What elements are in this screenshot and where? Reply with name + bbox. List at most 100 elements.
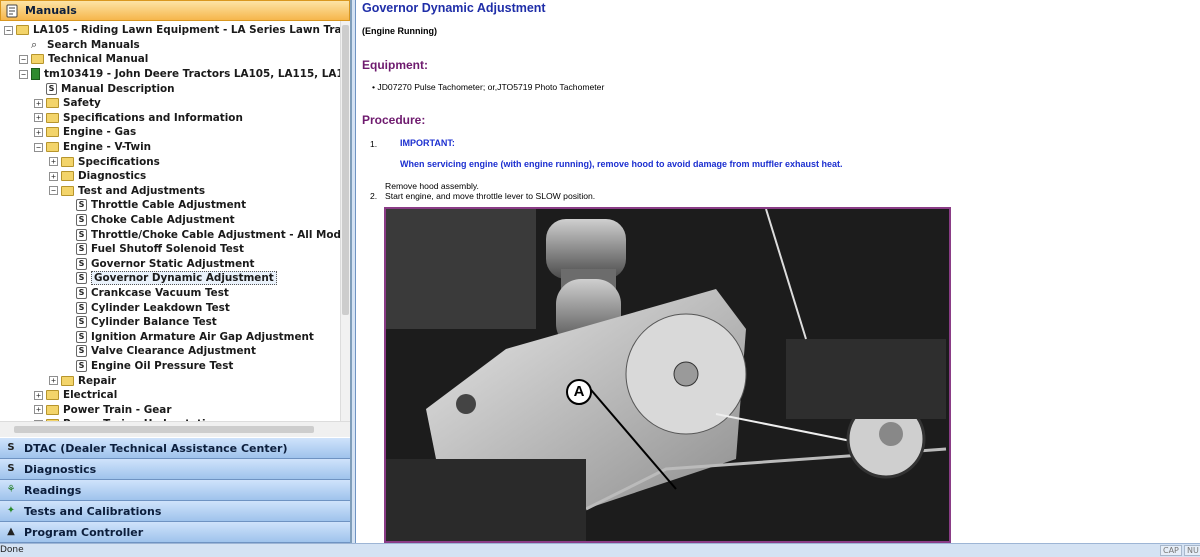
expand-icon[interactable]: +: [49, 171, 58, 181]
nav-button-tests[interactable]: ✦ Tests and Calibrations: [0, 501, 350, 522]
step-1-text: Remove hood assembly.: [385, 181, 479, 191]
tree-node[interactable]: ⌕ Search Manuals: [19, 38, 140, 53]
document-icon: S: [76, 360, 87, 373]
expand-icon[interactable]: +: [34, 390, 43, 400]
document-icon: S: [76, 272, 87, 285]
caps-lock-indicator: CAP: [1160, 545, 1182, 556]
nav-button-label: Tests and Calibrations: [24, 504, 162, 518]
tree-horizontal-scroll-thumb[interactable]: [14, 426, 314, 433]
tree-node[interactable]: S Choke Cable Adjustment: [64, 213, 235, 228]
step-1-number: 1.: [370, 139, 378, 149]
nav-button-program-controller[interactable]: ▲ Program Controller: [0, 522, 350, 543]
folder-icon: [16, 25, 29, 36]
tree-node-label: Test and Adjustments: [78, 184, 205, 197]
collapse-icon[interactable]: −: [19, 69, 28, 79]
tree-node[interactable]: − Technical Manual: [19, 52, 148, 67]
equipment-heading: Equipment:: [362, 58, 428, 72]
tree-horizontal-scrollbar[interactable]: [0, 421, 350, 437]
tree-node[interactable]: + Safety: [34, 96, 101, 111]
nav-button-readings[interactable]: ⚘ Readings: [0, 480, 350, 501]
document-icon: S: [76, 316, 87, 329]
tree-node-label: Throttle Cable Adjustment: [91, 199, 247, 212]
nav-button-label: Diagnostics: [24, 462, 97, 476]
manual-tree[interactable]: − LA105 - Riding Lawn Equipment - LA Seri…: [0, 21, 340, 421]
nav-button-dtac[interactable]: S DTAC (Dealer Technical Assistance Cente…: [0, 438, 350, 459]
tree-node[interactable]: + Engine - Gas: [34, 125, 136, 140]
page-title: Governor Dynamic Adjustment: [362, 1, 546, 15]
nav-button-label: Readings: [24, 483, 82, 497]
tree-node[interactable]: S Valve Clearance Adjustment: [64, 344, 256, 359]
folder-icon: [46, 404, 59, 415]
collapse-icon[interactable]: −: [34, 142, 43, 152]
governor-adjustment-photo: A: [384, 207, 951, 543]
document-icon: S: [76, 228, 87, 241]
document-icon: S: [76, 301, 87, 314]
tree-node[interactable]: S Throttle Cable Adjustment: [64, 198, 246, 213]
book-icon: [31, 68, 40, 81]
tree-node[interactable]: S Cylinder Balance Test: [64, 315, 217, 330]
tree-node-label: Crankcase Vacuum Test: [91, 287, 229, 300]
document-icon: S: [76, 243, 87, 256]
important-text: When servicing engine (with engine runni…: [400, 159, 843, 169]
manuals-header-label: Manuals: [25, 4, 77, 17]
tree-node-label: Governor Static Adjustment: [91, 257, 255, 270]
tree-vertical-scroll-thumb[interactable]: [342, 25, 349, 315]
expand-icon[interactable]: +: [34, 127, 43, 137]
tree-node[interactable]: S Cylinder Leakdown Test: [64, 300, 230, 315]
tree-node-label: Throttle/Choke Cable Adjustment - All Mo…: [91, 228, 340, 241]
tree-node[interactable]: S Engine Oil Pressure Test: [64, 359, 233, 374]
tree-node[interactable]: S Manual Description: [34, 81, 175, 96]
tree-vertical-scrollbar[interactable]: [340, 21, 350, 421]
tree-node-label: Valve Clearance Adjustment: [91, 345, 256, 358]
tests-icon: ✦: [6, 505, 16, 516]
tree-node[interactable]: + Specifications and Information: [34, 111, 243, 126]
tree-node-label: Choke Cable Adjustment: [91, 214, 235, 227]
tree-node[interactable]: S Throttle/Choke Cable Adjustment - All M…: [64, 227, 340, 242]
collapse-icon[interactable]: −: [19, 54, 28, 64]
tree-node[interactable]: + Specifications: [49, 154, 160, 169]
folder-icon: [61, 156, 74, 167]
num-lock-indicator: NU: [1184, 545, 1200, 556]
tree-node[interactable]: − Engine - V-Twin: [34, 140, 151, 155]
expand-icon[interactable]: +: [34, 405, 43, 415]
collapse-icon[interactable]: −: [4, 25, 13, 35]
tree-node[interactable]: S Governor Static Adjustment: [64, 257, 255, 272]
tree-node-label: Repair: [78, 374, 117, 387]
expand-icon[interactable]: +: [49, 157, 58, 167]
tree-node[interactable]: − tm103419 - John Deere Tractors LA105, L…: [19, 67, 340, 82]
folder-icon: [46, 112, 59, 123]
expand-icon[interactable]: +: [49, 376, 58, 386]
tree-node-label: Specifications: [78, 155, 160, 168]
tree-node[interactable]: + Electrical: [34, 388, 117, 403]
nav-button-diagnostics[interactable]: S Diagnostics: [0, 459, 350, 480]
tree-node[interactable]: + Repair: [49, 373, 116, 388]
equipment-item: • JD07270 Pulse Tachometer; or,JTO5719 P…: [372, 82, 605, 92]
tree-node-label: Diagnostics: [78, 170, 147, 183]
tree-node[interactable]: + Diagnostics: [49, 169, 146, 184]
document-icon: S: [76, 345, 87, 358]
document-icon: S: [76, 199, 87, 212]
tree-node[interactable]: + Power Train - Gear: [34, 403, 171, 418]
expand-icon[interactable]: +: [34, 98, 43, 108]
tree-node-label: Safety: [63, 97, 101, 110]
tree-node[interactable]: − Test and Adjustments: [49, 184, 205, 199]
tree-node-label: Electrical: [63, 389, 118, 402]
tree-node-label: LA105 - Riding Lawn Equipment - LA Serie…: [33, 24, 340, 37]
tree-node[interactable]: S Fuel Shutoff Solenoid Test: [64, 242, 244, 257]
nav-button-label: Program Controller: [24, 525, 144, 539]
collapse-icon[interactable]: −: [49, 186, 58, 196]
procedure-heading: Procedure:: [362, 113, 426, 127]
tree-node[interactable]: S Crankcase Vacuum Test: [64, 286, 229, 301]
tree-node[interactable]: − LA105 - Riding Lawn Equipment - LA Seri…: [4, 23, 340, 38]
tree-node-label: Cylinder Balance Test: [91, 316, 217, 329]
manuals-header[interactable]: Manuals: [0, 0, 350, 21]
tree-node-label: Engine Oil Pressure Test: [91, 360, 234, 373]
important-label: IMPORTANT:: [400, 138, 455, 148]
program-controller-icon: ▲: [7, 526, 15, 537]
engine-photo-illustration: [386, 209, 949, 541]
nav-button-label: DTAC (Dealer Technical Assistance Center…: [24, 441, 288, 455]
tree-node[interactable]: S Governor Dynamic Adjustment: [64, 271, 277, 286]
page-subtitle: (Engine Running): [362, 26, 437, 36]
tree-node[interactable]: S Ignition Armature Air Gap Adjustment: [64, 330, 314, 345]
expand-icon[interactable]: +: [34, 113, 43, 123]
